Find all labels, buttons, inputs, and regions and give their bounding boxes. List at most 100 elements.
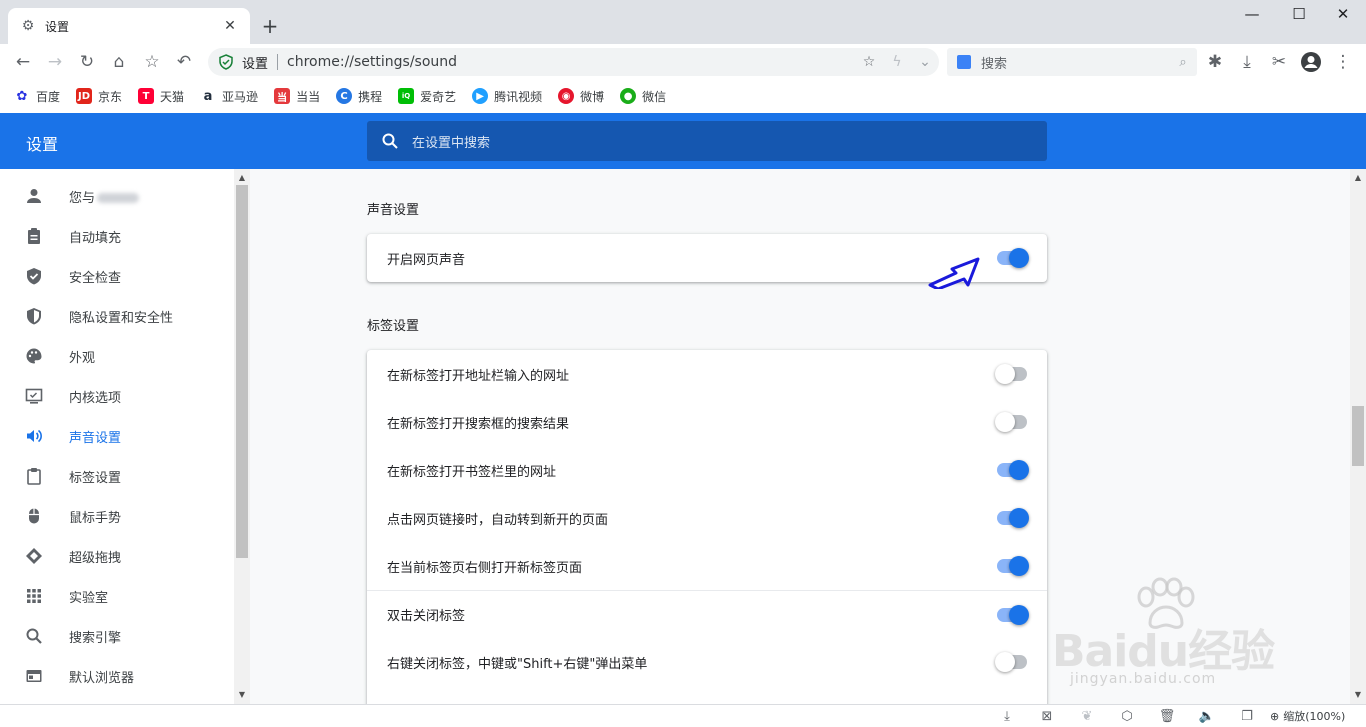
bookmark-star-icon[interactable]: ☆ — [138, 48, 166, 76]
tab-settings[interactable]: ⚙ 设置 ✕ — [8, 8, 250, 44]
scroll-down-icon[interactable]: ▼ — [237, 690, 247, 700]
open-new-tab-right-toggle[interactable] — [997, 556, 1029, 576]
settings-search-input[interactable]: 在设置中搜索 — [367, 121, 1047, 161]
new-tab-button[interactable]: + — [258, 14, 282, 38]
nav-item-tabs[interactable]: 标签设置 — [0, 456, 234, 496]
switch-to-new-page-toggle[interactable] — [997, 508, 1029, 528]
bookmark-item[interactable]: ◉ 微博 — [558, 84, 604, 108]
forward-icon[interactable]: → — [41, 48, 69, 76]
extensions-icon[interactable]: ✱ — [1201, 48, 1229, 76]
reload-icon[interactable]: ↻ — [73, 48, 101, 76]
window-icon[interactable]: ❐ — [1238, 708, 1256, 724]
bookmark-item[interactable]: ● 微信 — [620, 84, 666, 108]
bookmark-item[interactable]: JD 京东 — [76, 84, 122, 108]
setting-label: 在当前标签页右侧打开新标签页面 — [387, 560, 583, 576]
open-search-in-new-tab-toggle[interactable] — [995, 412, 1027, 432]
open-bookmark-in-new-tab-toggle[interactable] — [997, 460, 1029, 480]
tab-section-title: 标签设置 — [367, 319, 420, 334]
main-scroll-thumb[interactable] — [1352, 406, 1364, 466]
bookmark-item[interactable]: ✿ 百度 — [14, 84, 60, 108]
omnibox-site-label: 设置 — [242, 56, 269, 72]
search-box[interactable]: 搜索 ⌕ — [947, 48, 1197, 76]
main-scrollbar[interactable]: ▲ ▼ — [1350, 169, 1366, 704]
secure-shield-icon — [218, 54, 234, 70]
setting-row: 点击网页链接时，自动转到新开的页面 — [367, 494, 1047, 542]
maximize-button[interactable]: ☐ — [1276, 0, 1322, 28]
sidebar-scrollbar[interactable]: ▲ ▼ — [234, 169, 250, 704]
settings-title: 设置 — [26, 135, 59, 154]
scroll-down-icon[interactable]: ▼ — [1353, 690, 1363, 700]
nav-item-safety-check[interactable]: 安全检查 — [0, 256, 234, 296]
nav-item-appearance[interactable]: 外观 — [0, 336, 234, 376]
nav-item-autofill[interactable]: 自动填充 — [0, 216, 234, 256]
setting-label: 开启网页声音 — [387, 252, 466, 268]
nav-item-kernel-options[interactable]: 内核选项 — [0, 376, 234, 416]
omnibox[interactable]: 设置 chrome://settings/sound ☆ ϟ ⌄ — [208, 48, 939, 76]
volume-icon[interactable]: 🔈 — [1198, 708, 1216, 724]
nav-item-search-engine[interactable]: 搜索引擎 — [0, 616, 234, 656]
home-icon[interactable]: ⌂ — [105, 48, 133, 76]
setting-row: 右键关闭标签，中键或"Shift+右键"弹出菜单 — [367, 638, 1047, 686]
scissors-icon[interactable]: ✂ — [1265, 48, 1293, 76]
dangdang-icon: 当 — [274, 88, 291, 104]
back-icon[interactable]: ← — [9, 48, 37, 76]
search-engine-icon[interactable] — [957, 55, 971, 69]
nav-item-default-browser[interactable]: 默认浏览器 — [0, 656, 234, 696]
chevron-down-icon[interactable]: ⌄ — [911, 48, 939, 76]
leaf-icon[interactable]: ❦ — [1078, 708, 1096, 724]
close-window-button[interactable]: ✕ — [1320, 0, 1366, 28]
bookmark-item[interactable]: 当当当 — [274, 84, 320, 108]
enable-page-sound-toggle[interactable] — [997, 248, 1029, 268]
scroll-up-icon[interactable]: ▲ — [1353, 173, 1363, 183]
palette-icon — [24, 346, 44, 366]
download-icon[interactable]: ⤓ — [1233, 48, 1261, 76]
sidebar-scroll-thumb[interactable] — [236, 185, 248, 558]
nav-label: 标签设置 — [69, 470, 122, 486]
settings-gear-icon[interactable]: ⬡ — [1118, 708, 1136, 724]
zoom-control[interactable]: ⊕ 缩放(100%) — [1270, 708, 1345, 724]
close-tab-icon[interactable]: ✕ — [222, 18, 238, 34]
bookmark-page-icon[interactable]: ☆ — [855, 48, 883, 76]
nav-item-you-and-google[interactable]: 您与 — [0, 176, 234, 216]
nav-label: 鼠标手势 — [69, 510, 122, 526]
tab-title: 设置 — [45, 19, 70, 34]
menu-icon[interactable]: ⋮ — [1329, 48, 1357, 76]
bookmark-item[interactable]: a 亚马逊 — [200, 84, 258, 108]
double-click-close-tab-toggle[interactable] — [997, 605, 1029, 625]
iqiyi-icon: iQ — [398, 88, 415, 104]
bookmark-item[interactable]: C 携程 — [336, 84, 382, 108]
bookmark-item[interactable]: ▶ 腾讯视频 — [472, 84, 542, 108]
minimize-button[interactable]: — — [1229, 0, 1275, 28]
trash-icon[interactable]: 🗑 — [1158, 708, 1176, 724]
right-click-close-tab-toggle[interactable] — [995, 652, 1027, 672]
omnibox-url[interactable]: chrome://settings/sound — [287, 54, 855, 70]
setting-row: 在新标签打开搜索框的搜索结果 — [367, 398, 1047, 446]
undo-icon[interactable]: ↶ — [170, 48, 198, 76]
nav-item-sound[interactable]: 声音设置 — [0, 416, 234, 456]
nav-label: 超级拖拽 — [69, 550, 122, 566]
setting-label: 右键关闭标签，中键或"Shift+右键"弹出菜单 — [387, 656, 648, 672]
search-icon[interactable]: ⌕ — [1169, 55, 1197, 70]
download-status-icon[interactable]: ⤓ — [998, 708, 1016, 724]
nav-item-mouse-gestures[interactable]: 鼠标手势 — [0, 496, 234, 536]
nav-item-labs[interactable]: 实验室 — [0, 576, 234, 616]
setting-label: 点击网页链接时，自动转到新开的页面 — [387, 512, 609, 528]
profile-avatar-icon[interactable] — [1297, 48, 1325, 76]
bookmark-item[interactable]: iQ 爱奇艺 — [398, 84, 456, 108]
lightning-icon[interactable]: ϟ — [883, 48, 911, 76]
nav-label: 安全检查 — [69, 270, 122, 286]
scroll-up-icon[interactable]: ▲ — [237, 173, 247, 183]
nav-item-privacy[interactable]: 隐私设置和安全性 — [0, 296, 234, 336]
bookmark-label: 腾讯视频 — [494, 89, 543, 104]
bookmark-item[interactable]: T 天猫 — [138, 84, 184, 108]
open-omnibox-in-new-tab-toggle[interactable] — [995, 364, 1027, 384]
nav-item-super-drag[interactable]: 超级拖拽 — [0, 536, 234, 576]
bookmark-label: 爱奇艺 — [420, 89, 457, 104]
nav-label: 外观 — [69, 350, 96, 366]
search-input[interactable]: 搜索 — [981, 53, 1169, 72]
block-icon[interactable]: ⊠ — [1038, 708, 1056, 724]
ctrip-icon: C — [336, 88, 353, 104]
tab-icon — [24, 466, 44, 486]
clipboard-icon — [24, 226, 44, 246]
bookmark-label: 微博 — [580, 89, 605, 104]
